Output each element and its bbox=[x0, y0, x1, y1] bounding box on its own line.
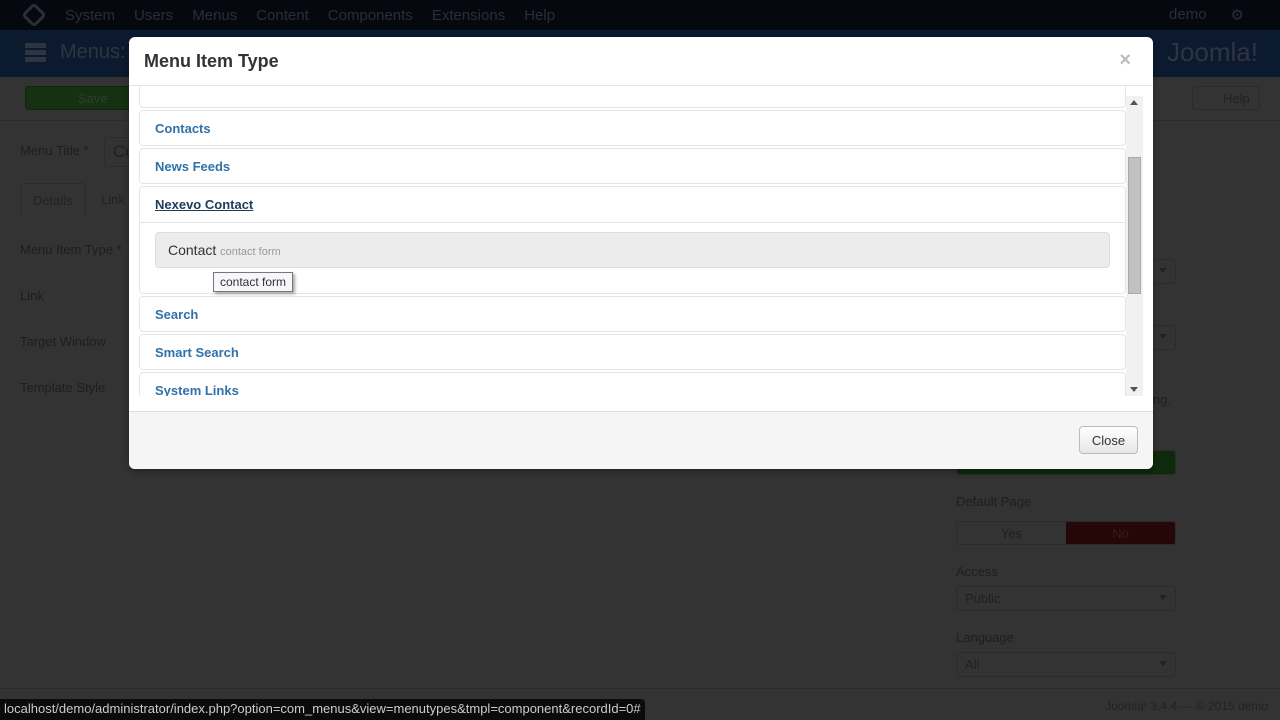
nav-help[interactable]: Help bbox=[524, 7, 555, 24]
gear-icon[interactable]: ⚙ bbox=[1231, 6, 1244, 24]
accordion-news-feeds[interactable]: News Feeds bbox=[139, 148, 1126, 184]
nav-extensions[interactable]: Extensions bbox=[432, 7, 505, 24]
menu-type-contact[interactable]: Contact contact form bbox=[155, 232, 1110, 268]
menu-item-type-label: Menu Item Type * bbox=[20, 242, 122, 257]
page-title: Menus: bbox=[60, 41, 126, 63]
item-desc: contact form bbox=[220, 246, 281, 258]
group-label[interactable]: News Feeds bbox=[140, 149, 1125, 184]
group-label[interactable]: Smart Search bbox=[140, 335, 1125, 370]
access-value: Public bbox=[965, 591, 1001, 606]
nav-components[interactable]: Components bbox=[328, 7, 413, 24]
tooltip: contact form bbox=[213, 272, 294, 292]
link-label: Link bbox=[20, 288, 44, 303]
save-button[interactable]: Save bbox=[25, 86, 135, 110]
default-page-label: Default Page bbox=[956, 494, 1032, 509]
template-style-label: Template Style bbox=[20, 380, 106, 395]
language-value: All bbox=[965, 657, 980, 672]
accordion-group-partial[interactable] bbox=[139, 86, 1126, 108]
accordion-search[interactable]: Search bbox=[139, 296, 1126, 332]
group-label[interactable]: Nexevo Contact bbox=[140, 187, 1125, 223]
menu-item-type-modal: Menu Item Type × Contacts News Feeds Nex… bbox=[129, 37, 1153, 469]
nav-menus[interactable]: Menus bbox=[192, 7, 237, 24]
status-bar-url: localhost/demo/administrator/index.php?o… bbox=[0, 699, 645, 720]
close-icon[interactable]: × bbox=[1119, 49, 1131, 72]
group-label[interactable]: System Links bbox=[140, 373, 1125, 396]
no-option[interactable]: No bbox=[1066, 522, 1175, 544]
joomla-brand: Joomla! bbox=[1166, 37, 1258, 67]
language-label: Language bbox=[956, 630, 1014, 645]
top-nav: System Users Menus Content Components Ex… bbox=[0, 0, 1280, 30]
nav-users[interactable]: Users bbox=[134, 7, 173, 24]
scrollbar[interactable] bbox=[1126, 96, 1143, 396]
nav-system[interactable]: System bbox=[65, 7, 115, 24]
accordion-smart-search[interactable]: Smart Search bbox=[139, 334, 1126, 370]
item-title: Contact bbox=[168, 242, 217, 258]
tab-details[interactable]: Details bbox=[20, 183, 86, 217]
scroll-down-icon[interactable] bbox=[1130, 387, 1138, 392]
accordion-contacts[interactable]: Contacts bbox=[139, 110, 1126, 146]
side-partial-text: ing. bbox=[1150, 392, 1171, 407]
scroll-thumb[interactable] bbox=[1128, 157, 1141, 294]
language-select[interactable]: All bbox=[956, 652, 1176, 677]
accordion-nexevo-contact: Nexevo Contact Contact contact form cont… bbox=[139, 186, 1126, 294]
modal-body: Contacts News Feeds Nexevo Contact Conta… bbox=[139, 86, 1143, 396]
scroll-up-icon[interactable] bbox=[1130, 100, 1138, 105]
modal-title: Menu Item Type bbox=[144, 51, 279, 71]
menu-list-icon bbox=[25, 43, 46, 62]
access-label: Access bbox=[956, 564, 998, 579]
default-page-toggle[interactable]: Yes No bbox=[956, 521, 1176, 545]
group-label[interactable]: Search bbox=[140, 297, 1125, 332]
help-button[interactable]: Help bbox=[1192, 86, 1260, 110]
target-window-label: Target Window bbox=[20, 334, 106, 349]
close-button[interactable]: Close bbox=[1079, 426, 1138, 454]
nav-content[interactable]: Content bbox=[256, 7, 309, 24]
accordion-system-links[interactable]: System Links bbox=[139, 372, 1126, 396]
group-label[interactable]: Contacts bbox=[140, 111, 1125, 146]
yes-option[interactable]: Yes bbox=[957, 522, 1066, 544]
menu-title-label: Menu Title * bbox=[20, 143, 89, 158]
footer-text: Joomla! 3.4.4 — © 2015 demo bbox=[1105, 699, 1268, 713]
modal-footer: Close bbox=[129, 411, 1153, 469]
joomla-logo-icon[interactable] bbox=[21, 2, 47, 28]
access-select[interactable]: Public bbox=[956, 586, 1176, 611]
user-link[interactable]: demo bbox=[1169, 6, 1207, 24]
